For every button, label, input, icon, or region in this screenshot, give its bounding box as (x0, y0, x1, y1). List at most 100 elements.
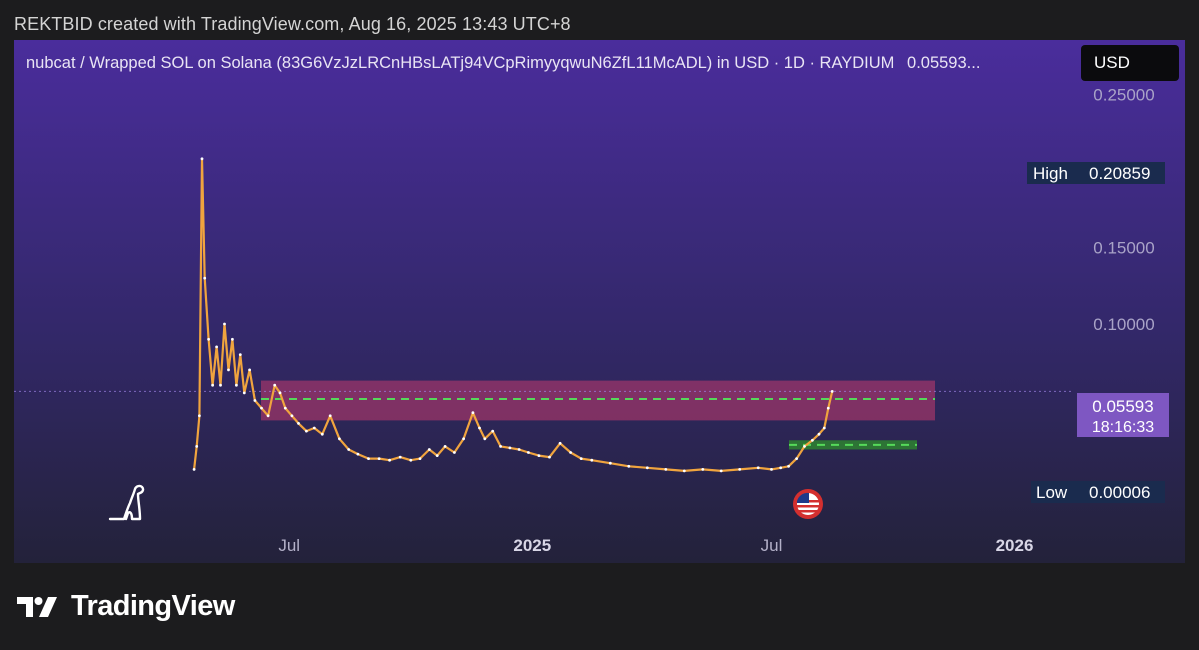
price-point (338, 437, 341, 441)
price-point (418, 457, 422, 460)
price-point (682, 469, 686, 473)
price-point (817, 432, 821, 436)
tradingview-logo-icon (17, 596, 57, 617)
currency-button[interactable]: USD (1081, 45, 1179, 81)
chart-panel[interactable]: 0.250000.200000.150000.10000Jul2025Jul20… (14, 40, 1185, 563)
price-point (215, 345, 219, 349)
price-point (266, 414, 270, 418)
price-point (453, 451, 456, 454)
price-point (478, 426, 481, 430)
high-value: 0.20859 (1089, 164, 1150, 183)
resistance-zone (261, 380, 935, 421)
price-point (398, 455, 402, 459)
price-point (608, 461, 612, 465)
price-point (664, 468, 668, 471)
price-point (248, 368, 252, 372)
price-point (548, 455, 551, 459)
price-point (409, 458, 413, 462)
low-value: 0.00006 (1089, 483, 1150, 502)
price-point (795, 457, 798, 460)
price-point (207, 337, 211, 341)
y-tick-label: 0.15000 (1093, 239, 1154, 258)
price-point (278, 391, 282, 395)
price-point (195, 445, 199, 448)
price-point (192, 468, 196, 471)
price-point (253, 399, 257, 402)
price-chart[interactable]: 0.250000.200000.150000.10000Jul2025Jul20… (14, 40, 1185, 563)
price-point (297, 422, 300, 425)
price-point (435, 454, 439, 457)
price-point (627, 464, 631, 468)
bar-countdown: 18:16:33 (1092, 419, 1154, 436)
price-point (238, 353, 242, 356)
price-point (273, 383, 277, 387)
price-point (787, 464, 790, 468)
last-price-value: 0.05593 (1092, 397, 1153, 416)
price-point (558, 441, 562, 445)
symbol-title: nubcat / Wrapped SOL on Solana (83G6VzJz… (26, 54, 895, 72)
price-point (826, 406, 830, 410)
price-point (203, 276, 207, 280)
price-point (242, 391, 246, 395)
tradingview-brand: TradingView (17, 590, 235, 623)
price-point (283, 406, 287, 410)
price-point (211, 383, 215, 387)
price-point (569, 451, 572, 454)
price-point (701, 468, 705, 471)
price-point (579, 457, 583, 460)
price-point (822, 426, 826, 430)
price-point (462, 437, 465, 441)
price-point (328, 414, 332, 418)
price-point (738, 468, 742, 471)
us-flag-event-icon[interactable] (793, 489, 823, 519)
price-point (200, 157, 204, 161)
price-point (198, 414, 201, 418)
price-point (223, 322, 226, 326)
price-point (527, 451, 530, 454)
price-point (779, 466, 783, 470)
symbol-info: nubcat / Wrapped SOL on Solana (83G6VzJz… (26, 54, 980, 73)
price-point (235, 383, 238, 387)
price-point (227, 368, 230, 372)
price-point (590, 458, 594, 462)
price-point (645, 466, 649, 470)
price-point (320, 432, 324, 436)
price-point (770, 468, 773, 471)
x-tick-label: Jul (278, 536, 300, 555)
price-point (443, 445, 447, 448)
price-point (719, 469, 723, 473)
x-tick-label: Jul (761, 536, 783, 555)
x-tick-label: 2025 (513, 536, 551, 555)
price-point (388, 458, 391, 462)
x-tick-label: 2026 (996, 536, 1034, 555)
price-point (219, 383, 222, 387)
chart-background (14, 40, 1185, 563)
price-point (471, 411, 475, 415)
price-point (517, 448, 521, 451)
price-point (260, 406, 263, 410)
high-label: High (1033, 164, 1068, 183)
price-point (305, 429, 308, 433)
price-point (537, 454, 541, 457)
brand-name: TradingView (71, 590, 235, 622)
header-last-price: 0.05593 (907, 54, 967, 72)
price-point (803, 445, 806, 448)
price-point (356, 452, 360, 456)
y-tick-label: 0.10000 (1093, 315, 1154, 334)
price-point (491, 429, 495, 433)
low-label: Low (1036, 483, 1068, 502)
price-point (499, 445, 502, 448)
price-point (312, 426, 316, 430)
chart-attribution: REKTBID created with TradingView.com, Au… (14, 14, 571, 34)
price-point (377, 457, 381, 460)
y-tick-label: 0.25000 (1093, 86, 1154, 105)
price-point (231, 337, 234, 341)
price-point (347, 448, 351, 451)
price-point (830, 390, 834, 393)
header-ellipsis: ... (966, 54, 981, 72)
price-point (508, 446, 512, 450)
price-point (756, 466, 760, 470)
price-point (367, 457, 370, 460)
price-point (290, 414, 294, 418)
price-point (483, 437, 487, 441)
